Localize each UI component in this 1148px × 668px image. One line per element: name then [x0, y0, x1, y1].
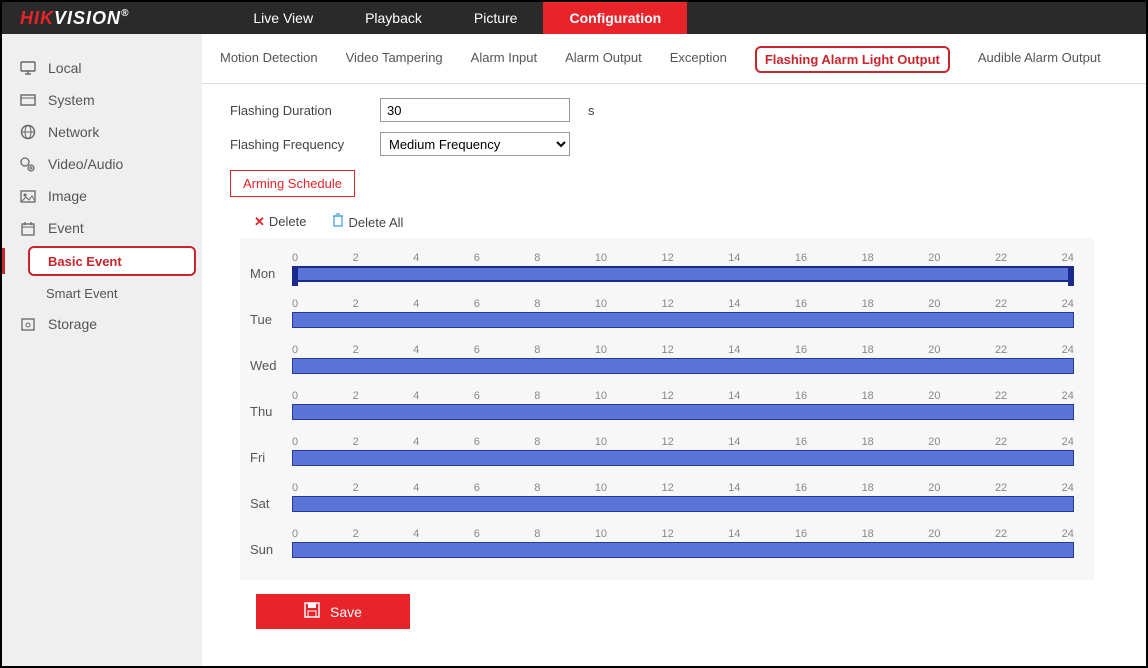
schedule-bar[interactable] [292, 358, 1074, 374]
time-track[interactable]: 024681012141618202224 [292, 482, 1074, 512]
brand-suffix: VISION [54, 8, 121, 28]
schedule-row-wed: Wed024681012141618202224 [250, 336, 1074, 382]
schedule-bar[interactable] [292, 404, 1074, 420]
tab-flashing-alarm-light-output[interactable]: Flashing Alarm Light Output [755, 46, 950, 73]
arming-schedule-tab[interactable]: Arming Schedule [230, 170, 355, 197]
sidebar-item-storage[interactable]: Storage [2, 308, 202, 340]
sidebar-item-label: Storage [48, 316, 97, 332]
time-ruler: 024681012141618202224 [292, 436, 1074, 448]
nav-live-view[interactable]: Live View [227, 2, 339, 34]
time-track[interactable]: 024681012141618202224 [292, 252, 1074, 282]
storage-icon [20, 316, 36, 332]
drag-handle-right[interactable] [1068, 266, 1074, 286]
schedule-row-sat: Sat024681012141618202224 [250, 474, 1074, 520]
schedule-bar[interactable] [292, 266, 1074, 282]
network-icon [20, 124, 36, 140]
time-track[interactable]: 024681012141618202224 [292, 528, 1074, 558]
nav-configuration[interactable]: Configuration [543, 2, 687, 34]
schedule-bar[interactable] [292, 542, 1074, 558]
sidebar-item-network[interactable]: Network [2, 116, 202, 148]
day-label: Fri [250, 438, 292, 465]
time-track[interactable]: 024681012141618202224 [292, 344, 1074, 374]
time-track[interactable]: 024681012141618202224 [292, 298, 1074, 328]
save-button[interactable]: Save [256, 594, 410, 629]
sidebar-item-label: Network [48, 124, 99, 140]
schedule-toolbar: ✕Delete Delete All [230, 207, 1118, 238]
tab-audible-alarm-output[interactable]: Audible Alarm Output [978, 50, 1101, 73]
topbar: HIKVISION® Live View Playback Picture Co… [2, 2, 1146, 34]
delete-all-button[interactable]: Delete All [332, 213, 403, 230]
time-ruler: 024681012141618202224 [292, 390, 1074, 402]
day-label: Tue [250, 300, 292, 327]
duration-unit: s [588, 103, 595, 118]
image-icon [20, 188, 36, 204]
save-icon [304, 602, 320, 621]
tab-exception[interactable]: Exception [670, 50, 727, 73]
trash-icon [332, 215, 344, 230]
drag-handle-left[interactable] [292, 266, 298, 286]
sidebar-sub-smart-event[interactable]: Smart Event [2, 278, 202, 308]
schedule-row-sun: Sun024681012141618202224 [250, 520, 1074, 566]
sidebar-item-image[interactable]: Image [2, 180, 202, 212]
day-label: Wed [250, 346, 292, 373]
schedule-row-tue: Tue024681012141618202224 [250, 290, 1074, 336]
flashing-frequency-select[interactable]: Medium Frequency [380, 132, 570, 156]
time-ruler: 024681012141618202224 [292, 298, 1074, 310]
tab-video-tampering[interactable]: Video Tampering [346, 50, 443, 73]
monitor-icon [20, 60, 36, 76]
sidebar-item-label: Local [48, 60, 81, 76]
delete-button[interactable]: ✕Delete [254, 214, 306, 230]
schedule-bar[interactable] [292, 312, 1074, 328]
flashing-duration-label: Flashing Duration [230, 103, 380, 118]
day-label: Sat [250, 484, 292, 511]
day-label: Thu [250, 392, 292, 419]
sidebar-item-label: Image [48, 188, 87, 204]
form-area: Flashing Duration s Flashing Frequency M… [202, 84, 1146, 643]
nav-playback[interactable]: Playback [339, 2, 448, 34]
close-icon: ✕ [254, 214, 265, 229]
tab-motion-detection[interactable]: Motion Detection [220, 50, 318, 73]
flashing-frequency-label: Flashing Frequency [230, 137, 380, 152]
time-track[interactable]: 024681012141618202224 [292, 436, 1074, 466]
sidebar-item-event[interactable]: Event [2, 212, 202, 244]
event-icon [20, 220, 36, 236]
sidebar-item-local[interactable]: Local [2, 52, 202, 84]
top-nav: Live View Playback Picture Configuration [227, 2, 687, 34]
nav-picture[interactable]: Picture [448, 2, 544, 34]
sidebar: Local System Network Video/Audio Image E… [2, 34, 202, 666]
schedule-grid: Mon024681012141618202224Tue0246810121416… [240, 238, 1094, 580]
sidebar-sub-basic-event[interactable]: Basic Event [28, 246, 196, 276]
sidebar-item-label: Video/Audio [48, 156, 123, 172]
tab-alarm-output[interactable]: Alarm Output [565, 50, 642, 73]
schedule-row-thu: Thu024681012141618202224 [250, 382, 1074, 428]
brand-prefix: HIK [20, 8, 54, 28]
day-label: Mon [250, 254, 292, 281]
schedule-bar[interactable] [292, 450, 1074, 466]
schedule-bar[interactable] [292, 496, 1074, 512]
tab-alarm-input[interactable]: Alarm Input [471, 50, 537, 73]
brand-logo: HIKVISION® [2, 8, 147, 29]
brand-reg: ® [121, 8, 129, 19]
system-icon [20, 92, 36, 108]
schedule-row-fri: Fri024681012141618202224 [250, 428, 1074, 474]
sidebar-item-system[interactable]: System [2, 84, 202, 116]
flashing-duration-input[interactable] [380, 98, 570, 122]
time-ruler: 024681012141618202224 [292, 344, 1074, 356]
time-ruler: 024681012141618202224 [292, 528, 1074, 540]
sidebar-item-videoaudio[interactable]: Video/Audio [2, 148, 202, 180]
time-track[interactable]: 024681012141618202224 [292, 390, 1074, 420]
schedule-row-mon: Mon024681012141618202224 [250, 244, 1074, 290]
main-content: Motion Detection Video Tampering Alarm I… [202, 34, 1146, 666]
day-label: Sun [250, 530, 292, 557]
video-audio-icon [20, 156, 36, 172]
time-ruler: 024681012141618202224 [292, 482, 1074, 494]
sidebar-item-label: System [48, 92, 95, 108]
sub-tabs: Motion Detection Video Tampering Alarm I… [202, 34, 1146, 84]
time-ruler: 024681012141618202224 [292, 252, 1074, 264]
sidebar-item-label: Event [48, 220, 84, 236]
